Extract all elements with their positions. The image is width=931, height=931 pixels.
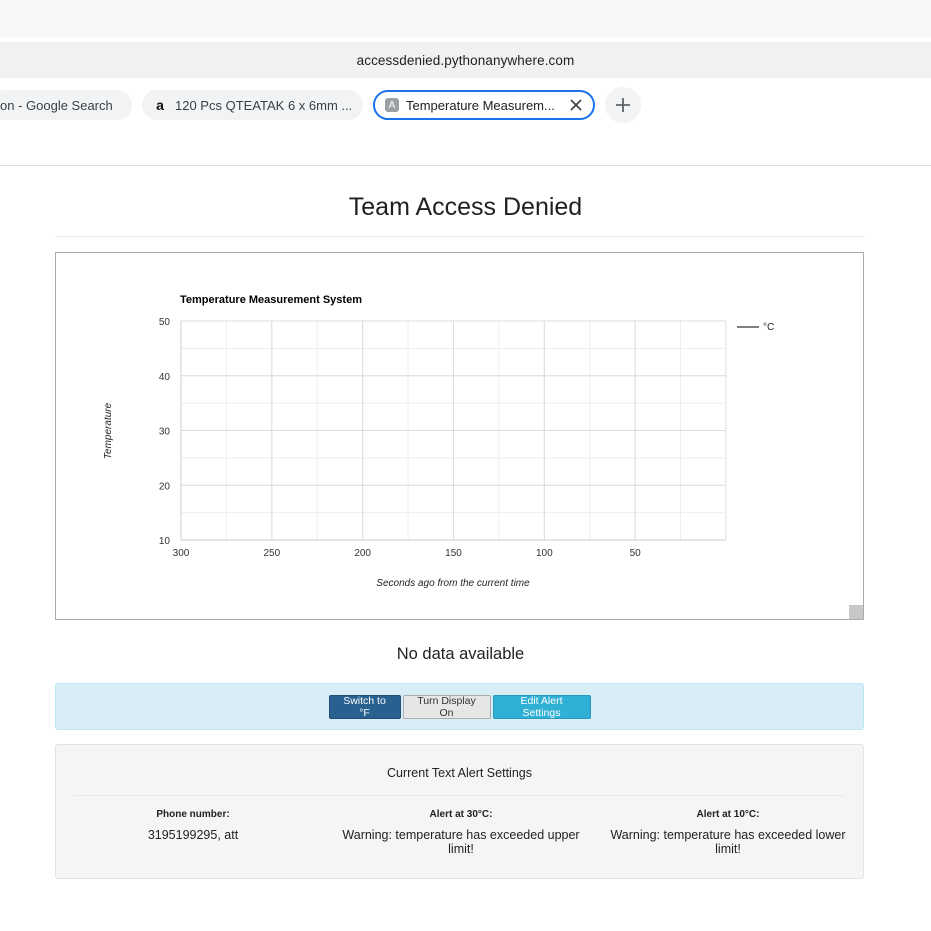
upper-alert-header: Alert at 30°C:	[429, 809, 493, 820]
address-bar[interactable]: accessdenied.pythonanywhere.com	[0, 42, 931, 78]
y-tick-label: 40	[159, 372, 171, 383]
x-axis-label: Seconds ago from the current time	[376, 578, 530, 589]
switch-unit-button[interactable]: Switch to °F	[328, 694, 401, 719]
phone-column: Phone number: 3195199295, att	[58, 809, 328, 842]
chart-container: 300 250 200 150 100 50 50 40 30 20 10 Temperature …	[55, 252, 864, 620]
no-data-message: No data available	[396, 645, 525, 663]
y-tick-label: 20	[159, 481, 171, 492]
panel-divider	[74, 795, 845, 796]
new-tab-button[interactable]	[605, 87, 641, 123]
chart-title: Temperature Measurement System	[180, 294, 362, 306]
browser-top-strip	[0, 0, 931, 38]
tab-google-search[interactable]: on - Google Search	[0, 90, 132, 120]
page-title: Team Access Denied	[348, 193, 583, 221]
upper-alert-column: Alert at 30°C: Warning: temperature has …	[326, 809, 596, 856]
x-tick-label: 300	[173, 548, 190, 559]
tab-label: on - Google Search	[0, 97, 113, 113]
tab-label: 120 Pcs QTEATAK 6 x 6mm ...	[175, 97, 353, 113]
resize-handle[interactable]	[849, 605, 863, 619]
x-tick-label: 200	[354, 548, 371, 559]
upper-alert-value: Warning: temperature has exceeded upper …	[342, 828, 580, 856]
panel-title: Current Text Alert Settings	[387, 766, 532, 780]
control-bar: Switch to °F Turn Display On Edit Alert …	[55, 683, 864, 730]
x-tick-label: 150	[445, 548, 462, 559]
x-tick-label: 50	[630, 548, 642, 559]
lower-alert-column: Alert at 10°C: Warning: temperature has …	[593, 809, 863, 856]
temperature-chart: 300 250 200 150 100 50 50 40 30 20 10 Temperature …	[103, 294, 774, 589]
plus-icon	[616, 98, 630, 112]
toggle-display-button[interactable]: Turn Display On	[402, 694, 491, 719]
x-tick-label: 250	[263, 548, 280, 559]
lower-alert-value: Warning: temperature has exceeded lower …	[610, 828, 846, 856]
phone-value: 3195199295, att	[147, 828, 239, 842]
x-tick-label: 100	[536, 548, 553, 559]
tab-label: Temperature Measurem...	[406, 97, 555, 113]
close-icon[interactable]	[567, 96, 585, 114]
title-divider	[55, 236, 865, 237]
lower-alert-header: Alert at 10°C:	[696, 809, 760, 820]
url-text[interactable]: accessdenied.pythonanywhere.com	[357, 53, 575, 68]
tab-temperature-active[interactable]: A Temperature Measurem...	[373, 90, 595, 120]
y-tick-label: 50	[159, 317, 171, 328]
y-tick-label: 30	[159, 427, 171, 438]
edit-alert-settings-button[interactable]: Edit Alert Settings	[492, 694, 591, 719]
y-axis-label: Temperature	[103, 402, 114, 459]
site-favicon-icon: A	[385, 98, 399, 112]
tab-amazon[interactable]: a 120 Pcs QTEATAK 6 x 6mm ...	[142, 90, 363, 120]
legend-label: °C	[763, 322, 774, 333]
alert-settings-panel: Current Text Alert Settings Phone number…	[55, 744, 864, 879]
phone-header: Phone number:	[156, 809, 230, 820]
amazon-icon: a	[156, 97, 164, 113]
toolbar-divider	[0, 165, 931, 166]
y-tick-label: 10	[159, 536, 171, 547]
